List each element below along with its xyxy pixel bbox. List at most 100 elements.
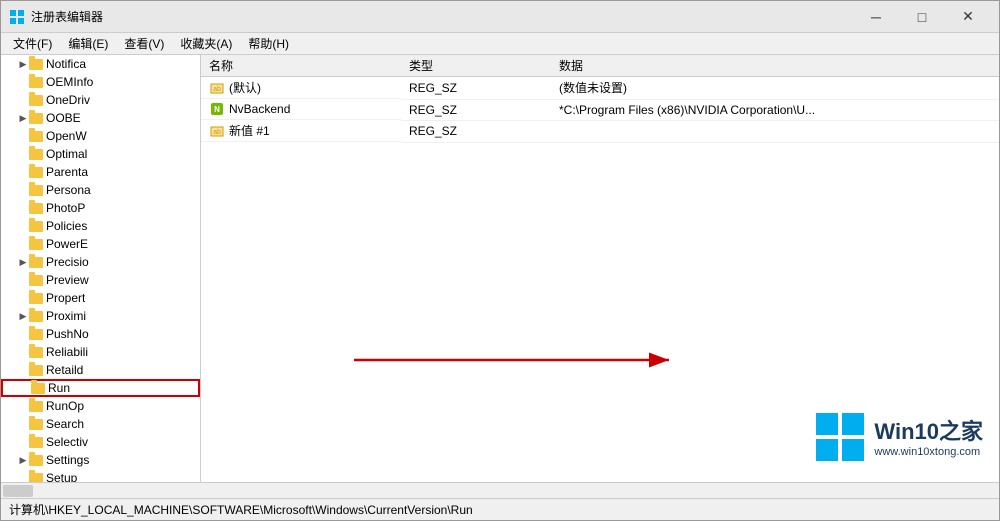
expand-icon-policies[interactable]: ▶ <box>17 220 29 232</box>
svg-text:N: N <box>214 105 220 114</box>
folder-icon-proximi <box>29 311 43 322</box>
tree-item-selectiv[interactable]: ▶ Selectiv <box>1 433 200 451</box>
expand-icon-selectiv[interactable]: ▶ <box>17 436 29 448</box>
menu-view[interactable]: 查看(V) <box>116 33 172 54</box>
tree-item-reliabili[interactable]: ▶ Reliabili <box>1 343 200 361</box>
menu-favorites[interactable]: 收藏夹(A) <box>172 33 240 54</box>
tree-item-proximi[interactable]: ▶ Proximi <box>1 307 200 325</box>
tree-label-settings: Settings <box>46 453 89 467</box>
tree-item-parenta[interactable]: ▶ Parenta <box>1 163 200 181</box>
cell-type-newval: REG_SZ <box>401 120 551 142</box>
expand-icon-pushno[interactable]: ▶ <box>17 328 29 340</box>
menu-file[interactable]: 文件(F) <box>5 33 60 54</box>
folder-icon-reliabili <box>29 347 43 358</box>
tree-item-retaild[interactable]: ▶ Retaild <box>1 361 200 379</box>
expand-icon-parenta[interactable]: ▶ <box>17 166 29 178</box>
expand-icon-proximi[interactable]: ▶ <box>17 310 29 322</box>
tree-item-runop[interactable]: ▶ RunOp <box>1 397 200 415</box>
registry-editor-window: 注册表编辑器 ─ □ ✕ 文件(F) 编辑(E) 查看(V) 收藏夹(A) 帮助… <box>0 0 1000 521</box>
arrow-annotation <box>349 340 689 383</box>
expand-icon-reliabili[interactable]: ▶ <box>17 346 29 358</box>
expand-icon-oobe[interactable]: ▶ <box>17 112 29 124</box>
column-header-type[interactable]: 类型 <box>401 55 551 77</box>
tree-item-photop[interactable]: ▶ PhotoP <box>1 199 200 217</box>
tree-label-parenta: Parenta <box>46 165 88 179</box>
maximize-button[interactable]: □ <box>899 1 945 33</box>
cell-name-nvbackend: N NvBackend <box>201 99 401 120</box>
tree-item-onedrive[interactable]: ▶ OneDriv <box>1 91 200 109</box>
expand-icon-precisio[interactable]: ▶ <box>17 256 29 268</box>
cell-type-nvbackend: REG_SZ <box>401 99 551 120</box>
expand-icon-propert[interactable]: ▶ <box>17 292 29 304</box>
reg-new-icon: ab <box>209 123 225 139</box>
tree-item-oobe[interactable]: ▶ OOBE <box>1 109 200 127</box>
folder-icon-oeminfo <box>29 77 43 88</box>
tree-label-runop: RunOp <box>46 399 84 413</box>
folder-icon-setup <box>29 473 43 483</box>
expand-icon-run[interactable]: ▶ <box>19 382 31 394</box>
tree-item-persona[interactable]: ▶ Persona <box>1 181 200 199</box>
cell-type-default: REG_SZ <box>401 77 551 100</box>
arrow-svg <box>349 340 689 380</box>
app-icon <box>9 9 25 25</box>
scrollbar-thumb[interactable] <box>3 485 33 497</box>
tree-item-optimal[interactable]: ▶ Optimal <box>1 145 200 163</box>
watermark-main: Win10之家 <box>874 419 983 445</box>
folder-icon-photop <box>29 203 43 214</box>
expand-icon-retaild[interactable]: ▶ <box>17 364 29 376</box>
tree-label-oobe: OOBE <box>46 111 81 125</box>
folder-icon-onedrive <box>29 95 43 106</box>
tree-item-propert[interactable]: ▶ Propert <box>1 289 200 307</box>
tree-item-openw[interactable]: ▶ OpenW <box>1 127 200 145</box>
expand-icon-runop[interactable]: ▶ <box>17 400 29 412</box>
tree-item-notifica[interactable]: ▶ Notifica <box>1 55 200 73</box>
menu-edit[interactable]: 编辑(E) <box>60 33 116 54</box>
expand-icon-settings[interactable]: ▶ <box>17 454 29 466</box>
minimize-button[interactable]: ─ <box>853 1 899 33</box>
tree-pane[interactable]: ▶ Notifica ▶ OEMInfo ▶ OneDriv ▶ OOBE ▶ <box>1 55 201 482</box>
tree-label-optimal: Optimal <box>46 147 87 161</box>
tree-item-powere[interactable]: ▶ PowerE <box>1 235 200 253</box>
folder-icon-run <box>31 383 45 394</box>
tree-item-precisio[interactable]: ▶ Precisio <box>1 253 200 271</box>
cell-name-newval: ab 新值 #1 <box>201 120 401 142</box>
menu-help[interactable]: 帮助(H) <box>240 33 297 54</box>
tree-label-precisio: Precisio <box>46 255 89 269</box>
expand-icon-oeminfo[interactable]: ▶ <box>17 76 29 88</box>
close-button[interactable]: ✕ <box>945 1 991 33</box>
expand-icon-search[interactable]: ▶ <box>17 418 29 430</box>
expand-icon-openw[interactable]: ▶ <box>17 130 29 142</box>
expand-icon-onedrive[interactable]: ▶ <box>17 94 29 106</box>
expand-icon-notifica[interactable]: ▶ <box>17 58 29 70</box>
tree-item-setup[interactable]: ▶ Setup <box>1 469 200 482</box>
expand-icon-persona[interactable]: ▶ <box>17 184 29 196</box>
tree-item-settings[interactable]: ▶ Settings <box>1 451 200 469</box>
status-bar: 计算机\HKEY_LOCAL_MACHINE\SOFTWARE\Microsof… <box>1 498 999 520</box>
reg-nvidia-icon: N <box>209 101 225 117</box>
expand-icon-optimal[interactable]: ▶ <box>17 148 29 160</box>
column-header-data[interactable]: 数据 <box>551 55 999 77</box>
expand-icon-setup[interactable]: ▶ <box>17 472 29 482</box>
tree-item-policies[interactable]: ▶ Policies <box>1 217 200 235</box>
cell-name-default: ab (默认) <box>201 77 401 99</box>
table-row[interactable]: N NvBackend REG_SZ *C:\Program Files (x8… <box>201 99 999 120</box>
watermark-text-block: Win10之家 www.win10xtong.com <box>874 419 983 457</box>
table-row[interactable]: ab (默认) REG_SZ (数值未设置) <box>201 77 999 100</box>
expand-icon-photop[interactable]: ▶ <box>17 202 29 214</box>
horizontal-scrollbar[interactable] <box>1 482 999 498</box>
folder-icon-oobe <box>29 113 43 124</box>
window-title: 注册表编辑器 <box>31 8 853 25</box>
tree-item-oeminfo[interactable]: ▶ OEMInfo <box>1 73 200 91</box>
column-header-name[interactable]: 名称 <box>201 55 401 77</box>
tree-item-search[interactable]: ▶ Search <box>1 415 200 433</box>
folder-icon-pushno <box>29 329 43 340</box>
table-row[interactable]: ab 新值 #1 REG_SZ <box>201 120 999 142</box>
folder-icon-openw <box>29 131 43 142</box>
tree-item-pushno[interactable]: ▶ PushNo <box>1 325 200 343</box>
expand-icon-powere[interactable]: ▶ <box>17 238 29 250</box>
folder-icon-selectiv <box>29 437 43 448</box>
tree-item-run[interactable]: ▶ Run <box>1 379 200 397</box>
expand-icon-preview[interactable]: ▶ <box>17 274 29 286</box>
tree-item-preview[interactable]: ▶ Preview <box>1 271 200 289</box>
tree-label-preview: Preview <box>46 273 89 287</box>
